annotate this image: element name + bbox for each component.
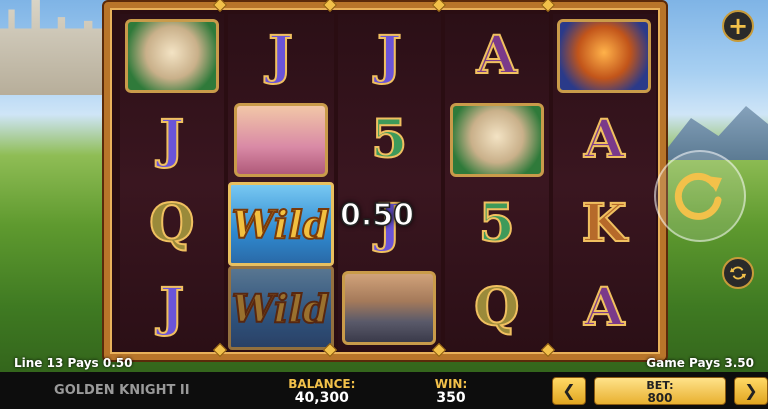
horse-symbol-icon bbox=[124, 19, 219, 93]
autoplay-icon bbox=[729, 266, 747, 280]
wild-symbol: Wild bbox=[227, 182, 334, 266]
symbol-5: 5 bbox=[370, 109, 408, 170]
reel-symbol-cell bbox=[553, 14, 657, 98]
symbol-j: J bbox=[376, 25, 403, 86]
reel-symbol-cell bbox=[445, 98, 549, 182]
reel-grid: J Q J J Wild Wild J 5 J A 5 Q A K A bbox=[120, 14, 656, 350]
bet-value: 800 bbox=[647, 390, 673, 405]
reel-4: A 5 Q bbox=[445, 14, 549, 350]
reel-symbol-cell: Wild bbox=[227, 182, 334, 266]
bet-label: BET: bbox=[646, 378, 674, 392]
bet-increase-button[interactable]: ❯ bbox=[733, 376, 768, 405]
reel-symbol-cell: K bbox=[553, 182, 657, 266]
line-pays-message: Line 13 Pays 0.50 bbox=[14, 356, 133, 370]
reel-1: JQJ bbox=[120, 14, 224, 350]
win-overlay-amount: 0.50 bbox=[339, 197, 415, 234]
spin-button[interactable] bbox=[654, 150, 746, 242]
win-display: WIN: 350 bbox=[412, 377, 490, 405]
balance-label: BALANCE: bbox=[288, 376, 356, 391]
reel-3: J5J bbox=[337, 14, 442, 350]
horse-symbol-icon bbox=[449, 103, 544, 177]
reel-symbol-cell: J bbox=[120, 266, 224, 350]
reel-frame: J Q J J Wild Wild J 5 J A 5 Q A K A 0.50 bbox=[104, 2, 666, 360]
reel-symbol-cell: Wild bbox=[227, 266, 334, 350]
bet-display: BET: 800 bbox=[593, 376, 726, 405]
symbol-a: A bbox=[583, 109, 625, 170]
reel-symbol-cell: 5 bbox=[445, 182, 549, 266]
reel-symbol-cell: J bbox=[228, 14, 334, 98]
game-pays-message: Game Pays 3.50 bbox=[646, 356, 754, 370]
wild-label: Wild bbox=[231, 285, 330, 332]
castle-background bbox=[0, 0, 105, 95]
symbol-q: Q bbox=[148, 193, 195, 254]
plus-button[interactable]: + bbox=[722, 10, 754, 42]
reel-symbol-cell bbox=[120, 14, 224, 98]
reel-symbol-cell: Q bbox=[120, 182, 224, 266]
reel-symbol-cell bbox=[228, 98, 334, 182]
knight-symbol-icon bbox=[342, 271, 437, 345]
wild-symbol: Wild bbox=[227, 266, 334, 350]
refresh-arrow-icon bbox=[674, 172, 722, 220]
reel-symbol-cell: A bbox=[553, 98, 657, 182]
symbol-j: J bbox=[158, 277, 185, 338]
reel-2: J Wild Wild bbox=[227, 14, 334, 350]
reel-symbol-cell: J bbox=[338, 14, 442, 98]
reel-symbol-cell: 5 bbox=[338, 98, 442, 182]
win-value: 350 bbox=[436, 389, 466, 406]
symbol-a: A bbox=[476, 25, 518, 86]
symbol-q: Q bbox=[473, 277, 520, 338]
reel-symbol-cell: A bbox=[445, 14, 549, 98]
reel-symbol-cell bbox=[338, 266, 442, 350]
wild-label: Wild bbox=[231, 201, 330, 248]
symbol-j: J bbox=[158, 109, 185, 170]
reel-5: AKA bbox=[552, 14, 657, 350]
game-screen: J Q J J Wild Wild J 5 J A 5 Q A K A 0.50 + Line 13 Pay… bbox=[0, 0, 768, 409]
lady-symbol-icon bbox=[233, 103, 328, 177]
symbol-5: 5 bbox=[478, 193, 516, 254]
bottom-bar: GOLDEN KNIGHT II BALANCE: 40,300 WIN: 35… bbox=[0, 372, 768, 409]
balance-value: 40,300 bbox=[294, 389, 349, 406]
reel-symbol-cell: A bbox=[553, 266, 657, 350]
symbol-a: A bbox=[583, 277, 625, 338]
symbol-j: J bbox=[267, 25, 294, 86]
bet-controls: ❮ BET: 800 ❯ bbox=[551, 376, 768, 405]
reel-symbol-cell: J bbox=[120, 98, 224, 182]
win-label: WIN: bbox=[434, 376, 468, 391]
balance-display: BALANCE: 40,300 bbox=[254, 377, 390, 405]
bet-decrease-button[interactable]: ❮ bbox=[551, 376, 586, 405]
symbol-k: K bbox=[581, 193, 628, 254]
game-title: GOLDEN KNIGHT II bbox=[54, 383, 190, 398]
reel-symbol-cell: Q bbox=[445, 266, 549, 350]
dragon-symbol-icon bbox=[557, 19, 652, 93]
autoplay-button[interactable] bbox=[722, 257, 754, 289]
